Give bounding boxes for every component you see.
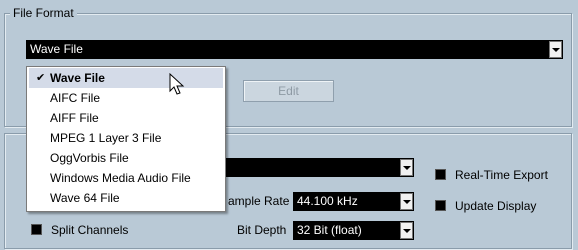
file-format-legend: File Format: [10, 6, 77, 20]
split-channels-label: Split Channels: [51, 223, 129, 237]
chevron-down-icon[interactable]: [400, 159, 413, 176]
dropdown-option-label: Wave 64 File: [50, 191, 120, 205]
chevron-down-icon[interactable]: [400, 193, 413, 210]
bit-depth-select[interactable]: 32 Bit (float): [293, 221, 414, 240]
update-display-checkbox[interactable]: [435, 200, 446, 211]
bit-depth-label: Bit Depth: [237, 223, 287, 237]
dropdown-option-mp3[interactable]: MPEG 1 Layer 3 File: [29, 128, 223, 148]
dropdown-option-wave64[interactable]: Wave 64 File: [29, 188, 223, 208]
update-display-label: Update Display: [455, 199, 537, 213]
file-format-value: Wave File: [30, 42, 83, 56]
edit-button[interactable]: Edit: [243, 80, 334, 102]
sample-rate-select[interactable]: 44.100 kHz: [293, 192, 414, 211]
dropdown-option-label: Windows Media Audio File: [50, 171, 191, 185]
file-format-select[interactable]: Wave File: [26, 40, 563, 59]
dropdown-option-aifc[interactable]: AIFC File: [29, 88, 223, 108]
sample-rate-label: ample Rate: [228, 194, 290, 208]
dropdown-option-aiff[interactable]: AIFF File: [29, 108, 223, 128]
dropdown-option-label: AIFF File: [50, 111, 99, 125]
bit-depth-value: 32 Bit (float): [297, 223, 362, 237]
dropdown-option-label: AIFC File: [50, 91, 101, 105]
real-time-export-label: Real-Time Export: [455, 168, 548, 182]
dropdown-option-label: MPEG 1 Layer 3 File: [50, 131, 162, 145]
real-time-export-checkbox[interactable]: [435, 169, 446, 180]
mouse-pointer-icon: [169, 73, 185, 95]
dropdown-option-label: Wave File: [50, 71, 105, 85]
split-channels-checkbox[interactable]: [31, 224, 42, 235]
dropdown-option-wma[interactable]: Windows Media Audio File: [29, 168, 223, 188]
dropdown-option-wave[interactable]: ✔ Wave File: [29, 68, 223, 88]
chevron-down-icon[interactable]: [549, 41, 562, 58]
sample-rate-value: 44.100 kHz: [297, 194, 358, 208]
file-format-dropdown-list: ✔ Wave File AIFC File AIFF File MPEG 1 L…: [26, 66, 226, 212]
checkmark-icon: ✔: [36, 72, 46, 84]
dropdown-option-ogg[interactable]: OggVorbis File: [29, 148, 223, 168]
dropdown-option-label: OggVorbis File: [50, 151, 129, 165]
chevron-down-icon[interactable]: [400, 222, 413, 239]
